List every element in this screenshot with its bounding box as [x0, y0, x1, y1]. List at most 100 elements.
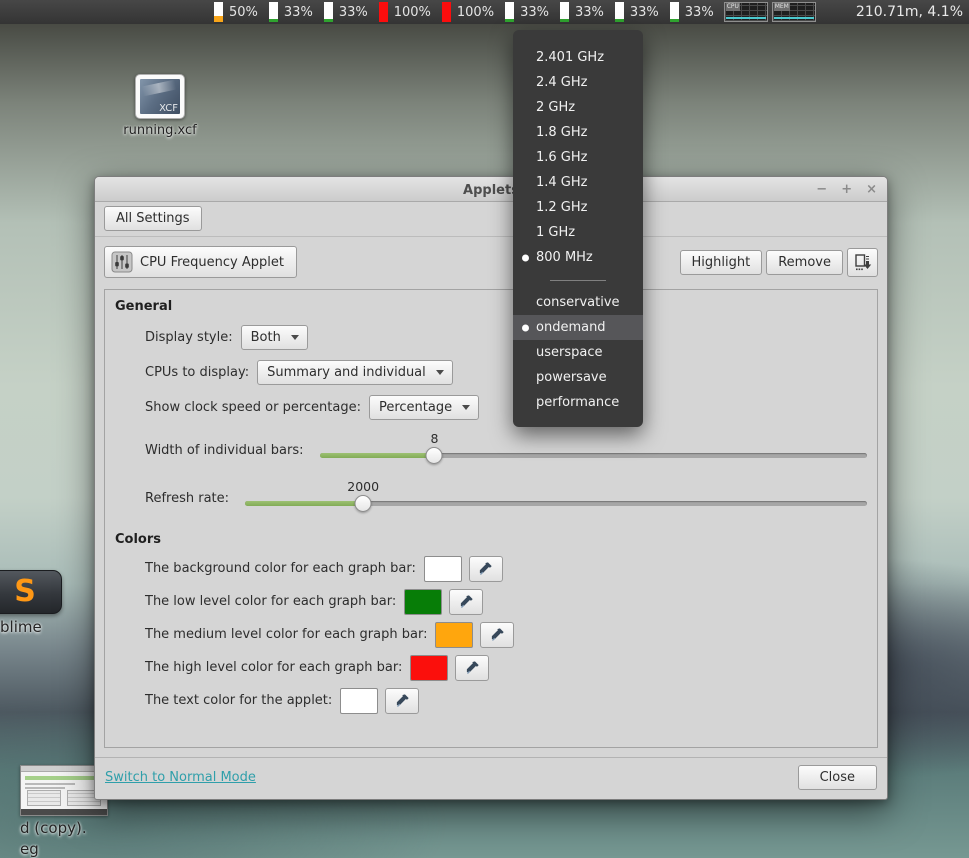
mem-graph[interactable]: MEM	[772, 2, 816, 22]
system-monitor-graphs[interactable]: CPU MEM	[724, 2, 816, 22]
window-title: Applets	[463, 183, 519, 198]
desktop-icon-label: blime	[0, 618, 42, 636]
close-window-button[interactable]: ×	[866, 183, 877, 196]
menu-item-frequency[interactable]: 1.2 GHz	[513, 195, 643, 220]
setting-row: Show clock speed or percentage:Percentag…	[145, 392, 867, 422]
cpu-bar[interactable]: 50%	[214, 2, 258, 22]
mem-graph-line	[774, 17, 814, 19]
color-picker-button[interactable]	[449, 589, 483, 615]
select-dropdown[interactable]: Both	[241, 325, 308, 350]
color-swatch-button[interactable]	[435, 622, 473, 648]
panel-status-text[interactable]: 210.71m, 4.1%	[856, 4, 963, 20]
cpu-graph-line	[726, 17, 766, 19]
menu-item-frequency[interactable]: 2.401 GHz	[513, 45, 643, 70]
cpu-frequency-applet-button[interactable]: CPU Frequency Applet	[104, 246, 297, 278]
settings-panel: General Display style:BothCPUs to displa…	[104, 289, 878, 748]
general-heading: General	[115, 299, 867, 314]
color-picker-icon	[459, 594, 474, 609]
menu-item-frequency[interactable]: 1.8 GHz	[513, 120, 643, 145]
cpu-bar[interactable]: 100%	[379, 2, 431, 22]
menu-item-governor[interactable]: conservative	[513, 290, 643, 315]
color-picker-button[interactable]	[469, 556, 503, 582]
minimize-button[interactable]: −	[816, 183, 827, 196]
slider-value: 2000	[347, 479, 379, 494]
menu-item-governor[interactable]: userspace	[513, 340, 643, 365]
switch-mode-link[interactable]: Switch to Normal Mode	[105, 770, 256, 785]
cpu-bar[interactable]: 33%	[505, 2, 549, 22]
cpu-bar[interactable]: 33%	[670, 2, 714, 22]
cpu-bar-percent: 100%	[457, 5, 494, 20]
desktop-icon-sublime[interactable]: S blime	[0, 570, 62, 636]
color-rows: The background color for each graph bar:…	[145, 555, 867, 714]
color-swatch-button[interactable]	[424, 556, 462, 582]
highlight-button[interactable]: Highlight	[680, 250, 763, 275]
cpu-graph[interactable]: CPU	[724, 2, 768, 22]
menu-item-frequency[interactable]: 1 GHz	[513, 220, 643, 245]
menu-item-label: 1.4 GHz	[536, 175, 587, 190]
menu-item-frequency[interactable]: 1.4 GHz	[513, 170, 643, 195]
menu-item-governor[interactable]: ondemand	[513, 315, 643, 340]
menu-item-label: userspace	[536, 345, 603, 360]
cpu-bar[interactable]: 33%	[324, 2, 368, 22]
desktop-icon-running-xcf[interactable]: XCF running.xcf	[124, 74, 196, 138]
chevron-down-icon	[291, 335, 299, 340]
cpu-bar[interactable]: 100%	[442, 2, 494, 22]
window-controls: − + ×	[816, 177, 877, 201]
cpu-bar-percent: 33%	[284, 5, 313, 20]
maximize-button[interactable]: +	[841, 183, 852, 196]
select-dropdown[interactable]: Percentage	[369, 395, 479, 420]
cpu-bar-percent: 50%	[229, 5, 258, 20]
menu-item-label: powersave	[536, 370, 607, 385]
color-setting-row: The background color for each graph bar:	[145, 555, 867, 582]
select-value: Summary and individual	[267, 365, 426, 380]
width-slider-row: Width of individual bars: 8	[145, 430, 867, 470]
color-swatch-button[interactable]	[410, 655, 448, 681]
menu-item-label: ondemand	[536, 320, 606, 335]
slider-handle[interactable]	[426, 447, 443, 464]
cpu-frequency-applet-bars[interactable]: 50% 33% 33% 100% 100% 33% 33% 33% 33%	[214, 2, 714, 22]
color-picker-button[interactable]	[455, 655, 489, 681]
menu-item-governor[interactable]: performance	[513, 390, 643, 415]
menu-item-label: 2.4 GHz	[536, 75, 587, 90]
menu-item-frequency[interactable]: 1.6 GHz	[513, 145, 643, 170]
chevron-down-icon	[462, 405, 470, 410]
menu-item-label: 1.6 GHz	[536, 150, 587, 165]
refresh-slider[interactable]: 2000	[245, 478, 867, 518]
menu-item-label: 2 GHz	[536, 100, 575, 115]
select-dropdown[interactable]: Summary and individual	[257, 360, 453, 385]
xcf-badge: XCF	[159, 103, 178, 114]
close-button[interactable]: Close	[798, 765, 877, 790]
cpu-bar-graph	[560, 2, 569, 22]
color-swatch-button[interactable]	[340, 688, 378, 714]
color-picker-button[interactable]	[385, 688, 419, 714]
sublime-icon: S	[0, 570, 62, 614]
general-select-rows: Display style:BothCPUs to display:Summar…	[145, 322, 867, 422]
color-picker-icon	[478, 561, 493, 576]
width-slider[interactable]: 8	[320, 430, 867, 470]
color-setting-row: The medium level color for each graph ba…	[145, 621, 867, 648]
menu-item-frequency[interactable]: 2.4 GHz	[513, 70, 643, 95]
cpu-bar[interactable]: 33%	[560, 2, 604, 22]
titlebar[interactable]: Applets − + ×	[95, 177, 887, 202]
menu-item-frequency[interactable]: 800 MHz	[513, 245, 643, 270]
applet-row: CPU Frequency Applet Highlight Remove	[95, 237, 887, 289]
menu-item-frequency[interactable]: 2 GHz	[513, 95, 643, 120]
cpu-bar-graph	[324, 2, 333, 22]
menu-item-governor[interactable]: powersave	[513, 365, 643, 390]
frequency-menu: 2.401 GHz 2.4 GHz 2 GHz 1.8 GHz 1.6 GHz 1.4 G…	[513, 30, 643, 427]
slider-handle[interactable]	[355, 495, 372, 512]
color-swatch-button[interactable]	[404, 589, 442, 615]
cpu-bar[interactable]: 33%	[269, 2, 313, 22]
cpu-bar-percent: 33%	[630, 5, 659, 20]
color-picker-icon	[395, 693, 410, 708]
cpu-graph-label: CPU	[726, 3, 740, 11]
menu-item-label: performance	[536, 395, 619, 410]
cpu-bar[interactable]: 33%	[615, 2, 659, 22]
cpu-bar-graph	[615, 2, 624, 22]
radio-selected-icon	[522, 254, 529, 261]
setting-label: The high level color for each graph bar:	[145, 660, 402, 675]
color-picker-button[interactable]	[480, 622, 514, 648]
all-settings-button[interactable]: All Settings	[104, 206, 202, 231]
panel-placement-button[interactable]	[847, 248, 878, 277]
remove-button[interactable]: Remove	[766, 250, 843, 275]
